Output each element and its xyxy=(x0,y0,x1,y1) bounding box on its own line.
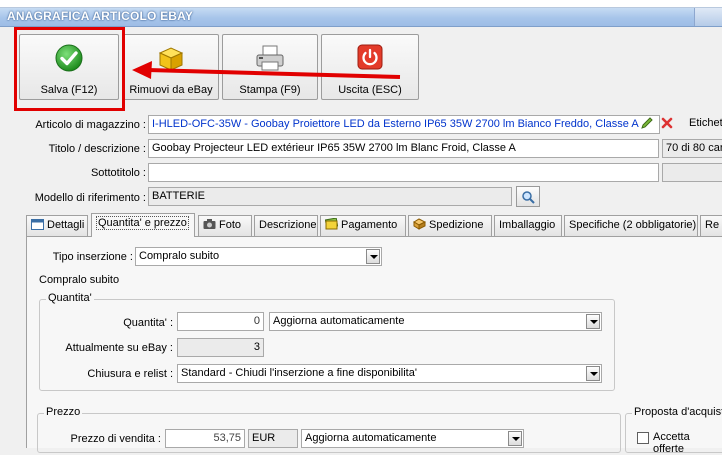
tab-dettagli[interactable]: Dettagli xyxy=(26,215,88,236)
payment-icon xyxy=(324,217,339,230)
quantity-value: 0 xyxy=(253,315,260,327)
quantity-input[interactable]: 0 xyxy=(177,312,264,331)
tab-label: Re xyxy=(705,219,720,231)
currency-field: EUR xyxy=(248,429,298,448)
current-ebay-value: 3 xyxy=(253,341,260,353)
model-field: BATTERIE xyxy=(148,187,512,206)
tab-imballaggio[interactable]: Imballaggio xyxy=(494,215,562,236)
title-label: Titolo / descrizione : xyxy=(48,143,146,155)
chevron-down-icon[interactable] xyxy=(586,366,600,381)
calendar-icon xyxy=(31,218,44,230)
insertion-type-label: Tipo inserzione : xyxy=(52,251,133,263)
tab-foto[interactable]: Foto xyxy=(198,215,252,236)
camera-icon xyxy=(203,218,216,230)
accept-offer-checkbox[interactable] xyxy=(637,432,649,444)
tab-label: Imballaggio xyxy=(499,219,556,231)
price-update-value: Aggiorna automaticamente xyxy=(305,432,437,444)
tab-label: Specifiche (2 obbligatorie) xyxy=(569,219,697,231)
model-label: Modello di riferimento : xyxy=(34,192,146,204)
insertion-type-value: Compralo subito xyxy=(139,250,220,262)
article-label: Articolo di magazzino : xyxy=(35,119,146,131)
tab-label: Foto xyxy=(219,219,242,231)
tab-spedizione[interactable]: Spedizione xyxy=(408,215,492,236)
model-search-button[interactable] xyxy=(516,186,540,207)
title-value: Goobay Projecteur LED extérieur IP65 35W… xyxy=(152,142,516,154)
chevron-down-icon[interactable] xyxy=(366,249,380,264)
sale-price-input[interactable]: 53,75 xyxy=(165,429,245,448)
tab-quantity-price[interactable]: Quantita' e prezzo xyxy=(91,213,195,237)
quantity-update-select[interactable]: Aggiorna automaticamente xyxy=(269,312,602,331)
tab-label: Pagamento xyxy=(341,219,398,231)
current-ebay-field: 3 xyxy=(177,338,264,357)
price-update-select[interactable]: Aggiorna automaticamente xyxy=(301,429,524,448)
chevron-down-icon[interactable] xyxy=(508,431,522,446)
closing-select[interactable]: Standard - Chiudi l'inserzione a fine di… xyxy=(177,364,602,383)
tab-label: Spedizione xyxy=(429,219,484,231)
tab-more[interactable]: Re xyxy=(700,215,722,236)
accept-offer-label: Accetta offerte xyxy=(653,431,690,455)
buy-now-group-title: Compralo subito xyxy=(39,274,120,286)
tab-pagamento[interactable]: Pagamento xyxy=(320,215,406,236)
clear-x-icon[interactable] xyxy=(660,116,674,133)
tab-bar: Dettagli Quantita' e prezzo Foto Descriz… xyxy=(26,213,722,237)
subtitle-label: Sottotitolo : xyxy=(90,167,146,179)
edit-pencil-icon[interactable] xyxy=(640,116,654,133)
price-group-title: Prezzo xyxy=(44,406,83,418)
shipping-icon xyxy=(413,218,427,230)
closing-value: Standard - Chiudi l'inserzione a fine di… xyxy=(181,367,417,379)
sale-price-value: 53,75 xyxy=(213,432,241,444)
tab-panel-quantity-price: Tipo inserzione : Compralo subito Compra… xyxy=(26,236,722,455)
insertion-type-select[interactable]: Compralo subito xyxy=(135,247,382,266)
magnifier-icon xyxy=(522,191,535,204)
quantity-label: Quantita' : xyxy=(123,317,173,329)
tab-label: Quantita' e prezzo xyxy=(96,216,189,230)
subtitle-field[interactable] xyxy=(148,163,659,182)
article-field[interactable]: I-HLED-OFC-35W - Goobay Proiettore LED d… xyxy=(148,115,660,134)
current-ebay-label: Attualmente su eBay : xyxy=(65,342,173,354)
sale-price-label: Prezzo di vendita : xyxy=(70,433,162,445)
article-value: I-HLED-OFC-35W - Goobay Proiettore LED d… xyxy=(152,118,639,130)
chevron-down-icon[interactable] xyxy=(586,314,600,329)
currency-value: EUR xyxy=(252,432,276,444)
subtitle-counter xyxy=(662,163,722,182)
quantity-update-value: Aggiorna automaticamente xyxy=(273,315,405,327)
tab-descrizione[interactable]: Descrizione xyxy=(254,215,318,236)
label-caption: Etichet xyxy=(689,117,722,129)
tab-label: Descrizione xyxy=(259,219,317,231)
quantity-group-title: Quantita' xyxy=(46,292,94,304)
model-value: BATTERIE xyxy=(152,190,205,202)
title-counter: 70 di 80 cara xyxy=(662,139,722,158)
title-counter-text: 70 di 80 cara xyxy=(666,142,722,154)
tab-specifiche[interactable]: Specifiche (2 obbligatorie) xyxy=(564,215,698,236)
tab-label: Dettagli xyxy=(47,219,85,231)
closing-label: Chiusura e relist : xyxy=(87,368,173,380)
offer-group-title: Proposta d'acquisto xyxy=(632,406,722,418)
title-field[interactable]: Goobay Projecteur LED extérieur IP65 35W… xyxy=(148,139,659,158)
